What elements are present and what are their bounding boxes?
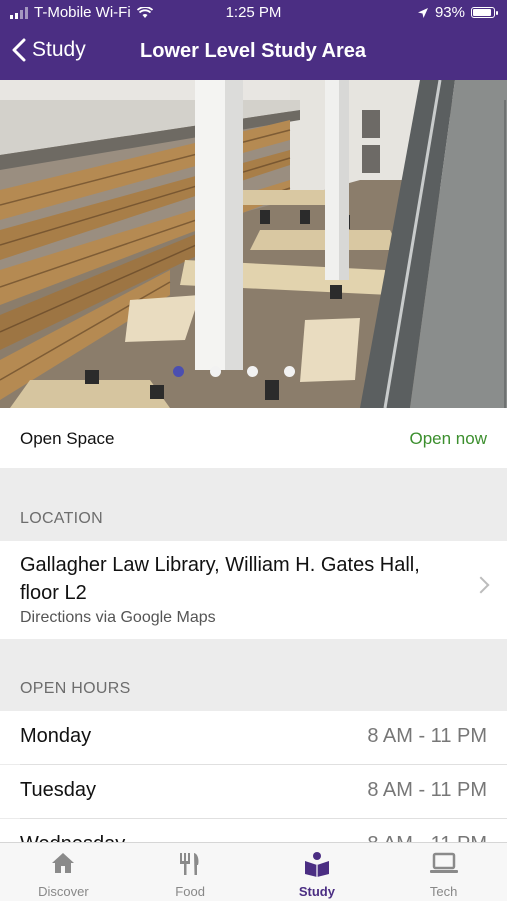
tab-label: Tech [429,884,458,899]
tab-bar: Discover Food Study Tech [0,842,507,901]
carousel-dot[interactable] [246,366,258,377]
battery-percent: 93% [434,4,465,21]
tab-label: Discover [38,884,89,899]
hours-value: 8 AM - 11 PM [367,779,487,801]
laptop-icon [429,852,458,873]
carousel-dot[interactable] [172,366,184,377]
hours-section-header: OPEN HOURS [20,680,131,697]
carousel-page-indicator[interactable] [0,366,507,377]
space-type-label: Open Space [20,429,115,448]
study-book-icon [304,852,329,877]
library-photo [0,80,507,408]
location-arrow-icon [417,7,428,18]
status-bar: T-Mobile Wi-Fi 1:25 PM 93% [0,0,507,26]
day-label: Tuesday [20,779,96,801]
location-row[interactable]: Gallagher Law Library, William H. Gates … [0,541,507,639]
hours-row: Monday 8 AM - 11 PM [0,711,507,764]
day-label: Monday [20,725,92,747]
tab-label: Study [298,884,335,899]
tab-tech[interactable]: Tech [380,843,507,901]
hours-value: 8 AM - 11 PM [367,833,487,842]
hours-value: 8 AM - 11 PM [367,725,487,747]
tab-discover[interactable]: Discover [0,843,127,901]
location-section-header: LOCATION [20,510,104,527]
battery-fill [473,9,491,16]
chevron-right-icon [472,576,490,594]
carousel-dot[interactable] [283,366,295,377]
tab-study[interactable]: Study [254,843,381,901]
tab-label: Food [175,884,205,899]
location-name: Gallagher Law Library, William H. Gates … [20,554,420,604]
hours-row: Tuesday 8 AM - 11 PM [0,765,507,818]
hero-image-carousel[interactable] [0,80,507,408]
day-label: Wednesday [20,833,125,842]
home-icon [52,853,75,873]
page-title: Lower Level Study Area [140,40,366,62]
back-button-label: Study [32,38,86,61]
directions-link[interactable]: Directions via Google Maps [20,609,216,627]
tab-food[interactable]: Food [127,843,254,901]
utensils-icon [180,853,199,875]
open-status-label: Open now [409,429,488,448]
hours-row: Wednesday 8 AM - 11 PM [0,819,507,842]
chevron-left-icon [12,38,26,62]
navigation-bar: Study Lower Level Study Area [0,26,507,80]
battery-icon [471,7,498,18]
space-type-row: Open Space Open now [0,408,507,468]
status-right: 93% [417,4,498,21]
back-button[interactable]: Study [12,38,86,62]
carousel-dot[interactable] [209,366,221,377]
